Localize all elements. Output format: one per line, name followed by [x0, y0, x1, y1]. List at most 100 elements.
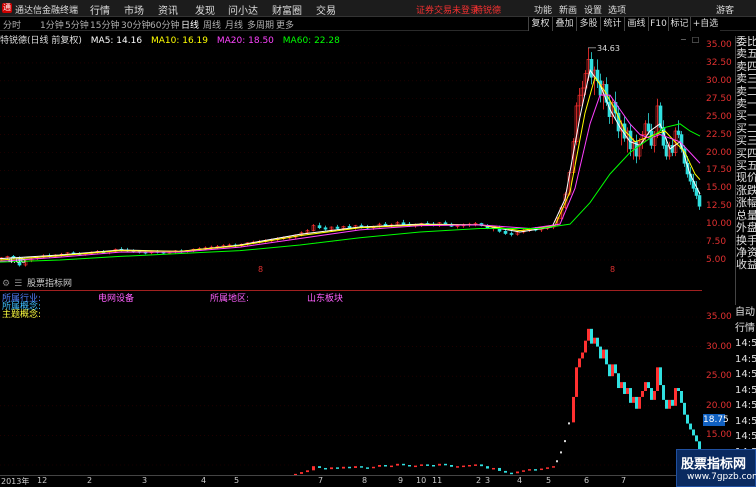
- toolbar-add-favorite[interactable]: +自选: [690, 17, 720, 31]
- toolbar-f10[interactable]: F10: [648, 17, 668, 31]
- indicator-tick: 35.00: [706, 312, 732, 322]
- gear-icon[interactable]: ⚙: [2, 279, 10, 289]
- indicator-bar: [572, 396, 575, 423]
- menu-quotes[interactable]: 行情: [90, 2, 110, 17]
- price-tick: 17.50: [706, 165, 732, 176]
- indicator-tick: 20.00: [706, 400, 732, 411]
- stock-name-title: 特锐德: [474, 6, 502, 16]
- event-marker[interactable]: 8: [258, 265, 263, 274]
- sliders-icon[interactable]: ☰: [14, 279, 22, 289]
- indicator-bar: [384, 465, 387, 467]
- price-tick: 32.50: [706, 57, 732, 68]
- indicator-bar: [450, 465, 453, 467]
- indicator-bar: [330, 467, 333, 470]
- candlestick-chart[interactable]: 34.63 4.06: [0, 45, 702, 275]
- date-tick: 9: [398, 476, 404, 485]
- indicator-bar: [575, 367, 578, 397]
- tick-row: 14:50: [735, 400, 756, 411]
- menu-wealth[interactable]: 财富圈: [272, 2, 302, 17]
- date-tick: 3: [142, 476, 148, 485]
- indicator-bar: [695, 435, 698, 442]
- period-tick[interactable]: 分时: [3, 18, 21, 31]
- indicator-tick: 15.00: [706, 430, 732, 441]
- ma-line-ma60: [0, 123, 701, 263]
- tick-row: 自动: [735, 307, 755, 318]
- indicator-bar: [426, 464, 429, 466]
- period-30min[interactable]: 30分钟: [121, 18, 150, 31]
- menu-discover[interactable]: 发现: [195, 2, 215, 17]
- indicator-bar: [318, 466, 321, 468]
- period-15min[interactable]: 15分钟: [90, 18, 119, 31]
- indicator-bar: [342, 466, 345, 469]
- quote-field-label: 涨幅: [736, 196, 756, 210]
- candle-body: [401, 222, 406, 225]
- indicator-bar: [504, 470, 507, 473]
- indicator-bar: [596, 337, 599, 347]
- date-tick: 11: [432, 476, 443, 485]
- toolbar-draw-line[interactable]: 画线: [624, 17, 648, 31]
- period-1min[interactable]: 1分钟: [40, 18, 64, 31]
- menu-settings[interactable]: 设置: [584, 3, 602, 16]
- indicator-bar: [360, 466, 363, 468]
- toolbar-mark[interactable]: 标记: [668, 17, 690, 31]
- period-5min[interactable]: 5分钟: [65, 18, 89, 31]
- indicator-bar: [599, 346, 602, 359]
- indicator-bar: [546, 467, 549, 469]
- period-more[interactable]: 更多: [276, 18, 294, 31]
- indicator-chart[interactable]: [0, 300, 702, 475]
- candle-body: [664, 145, 669, 157]
- indicator-tick: 25.00: [706, 371, 732, 382]
- indicator-bar: [644, 382, 647, 391]
- indicator-bar: [623, 382, 626, 394]
- indicator-bar: [650, 388, 653, 400]
- indicator-bar: [641, 391, 644, 397]
- indicator-bar: [462, 465, 465, 468]
- ma-line-ma10: [0, 76, 701, 261]
- guest-user[interactable]: 游客: [716, 3, 734, 16]
- indicator-bar: [662, 385, 665, 400]
- indicator-bar: [438, 463, 441, 466]
- toolbar-statistics[interactable]: 统计: [600, 17, 624, 31]
- tick-row: 14:50: [735, 415, 756, 427]
- indicator-bar: [498, 467, 501, 471]
- quote-field-label: 卖三: [736, 72, 756, 86]
- toolbar-overlay[interactable]: 叠加: [552, 17, 576, 31]
- indicator-dot: [560, 451, 562, 454]
- menu-market[interactable]: 市场: [124, 2, 144, 17]
- minus-icon[interactable]: −: [680, 35, 687, 44]
- menu-assistant[interactable]: 问小达: [228, 2, 258, 17]
- indicator-bar: [516, 471, 519, 474]
- menu-options[interactable]: 选项: [608, 3, 626, 16]
- date-tick: 2: [87, 476, 93, 485]
- indicator-bar: [378, 465, 381, 467]
- date-tick: 5: [546, 476, 552, 485]
- candle-body: [347, 226, 352, 229]
- menu-new-draw[interactable]: 新画: [559, 3, 577, 16]
- indicator-bar: [632, 396, 635, 403]
- price-tick: 15.00: [706, 183, 732, 194]
- period-daily[interactable]: 日线: [181, 18, 199, 31]
- menu-trade[interactable]: 交易: [316, 2, 336, 17]
- price-tick: 10.00: [706, 219, 732, 230]
- menu-news[interactable]: 资讯: [158, 2, 178, 17]
- login-alert[interactable]: 证券交易未登录: [416, 3, 479, 16]
- indicator-bar: [677, 388, 680, 391]
- indicator-bar: [692, 429, 695, 436]
- indicator-bar: [474, 464, 477, 466]
- indicator-bar: [680, 391, 683, 403]
- toolbar-restore-right[interactable]: 复权: [528, 17, 552, 31]
- toolbar-multi-stock[interactable]: 多股: [576, 17, 600, 31]
- period-weekly[interactable]: 周线: [203, 18, 221, 31]
- window-icon[interactable]: □: [692, 35, 700, 44]
- price-tick: 35.00: [706, 40, 732, 50]
- event-marker[interactable]: 8: [610, 265, 615, 274]
- ma-info-line: 特锐德(日线 前复权) MA5: 14.16 MA10: 16.19 MA20:…: [0, 33, 346, 46]
- period-monthly[interactable]: 月线: [225, 18, 243, 31]
- indicator-bar: [324, 467, 327, 470]
- period-60min[interactable]: 60分钟: [150, 18, 179, 31]
- date-tick: 6: [584, 476, 590, 485]
- candle-body: [323, 227, 328, 230]
- date-tick: 12: [37, 476, 48, 485]
- period-multi[interactable]: 多周期: [247, 18, 274, 31]
- menu-function[interactable]: 功能: [534, 3, 552, 16]
